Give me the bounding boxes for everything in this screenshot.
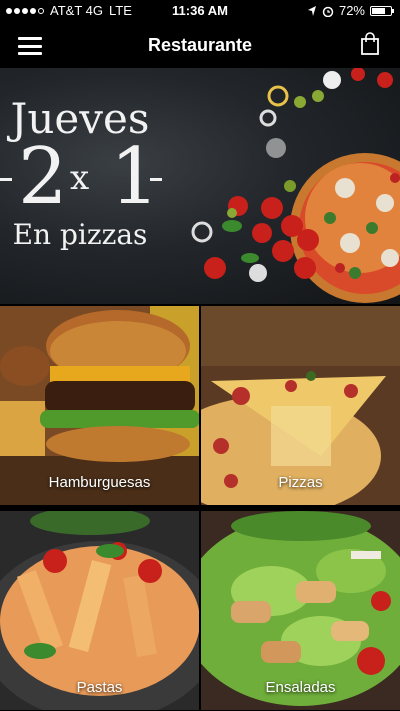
category-label: Pastas (76, 679, 123, 696)
promo-x: x (70, 158, 90, 198)
category-label: Ensaladas (265, 679, 336, 696)
category-tile-ensaladas[interactable]: Ensaladas (201, 511, 400, 710)
location-arrow-icon (307, 5, 316, 16)
status-right: 72% (307, 3, 394, 18)
category-tile-pizzas[interactable]: Pizzas (201, 306, 400, 505)
promo-left-number: 2 (18, 132, 68, 222)
shopping-bag-icon[interactable] (360, 32, 380, 56)
promo-right-number: 1 (110, 132, 160, 222)
promo-subtitle: En pizzas (12, 218, 148, 251)
promo-banner[interactable]: Jueves 2 x 1 En pizzas (0, 68, 400, 304)
battery-percent: 72% (338, 3, 365, 18)
category-tile-pastas[interactable]: Pastas (0, 511, 199, 710)
nav-bar: Restaurante (0, 22, 400, 68)
category-label: Hamburguesas (48, 474, 151, 491)
dash-left (0, 178, 12, 181)
promo-offer: 2 x 1 (0, 138, 170, 218)
dash-right (150, 178, 162, 181)
alarm-clock-icon (322, 6, 334, 17)
category-label: Pizzas (278, 474, 323, 491)
category-tile-hamburguesas[interactable]: Hamburguesas (0, 306, 199, 505)
battery-icon (370, 5, 394, 16)
page-title: Restaurante (147, 35, 253, 55)
status-bar: AT&T 4G LTE 11:36 AM 72% (0, 0, 400, 22)
category-grid: Hamburguesas Pizzas Pastas Ensaladas (0, 306, 400, 711)
